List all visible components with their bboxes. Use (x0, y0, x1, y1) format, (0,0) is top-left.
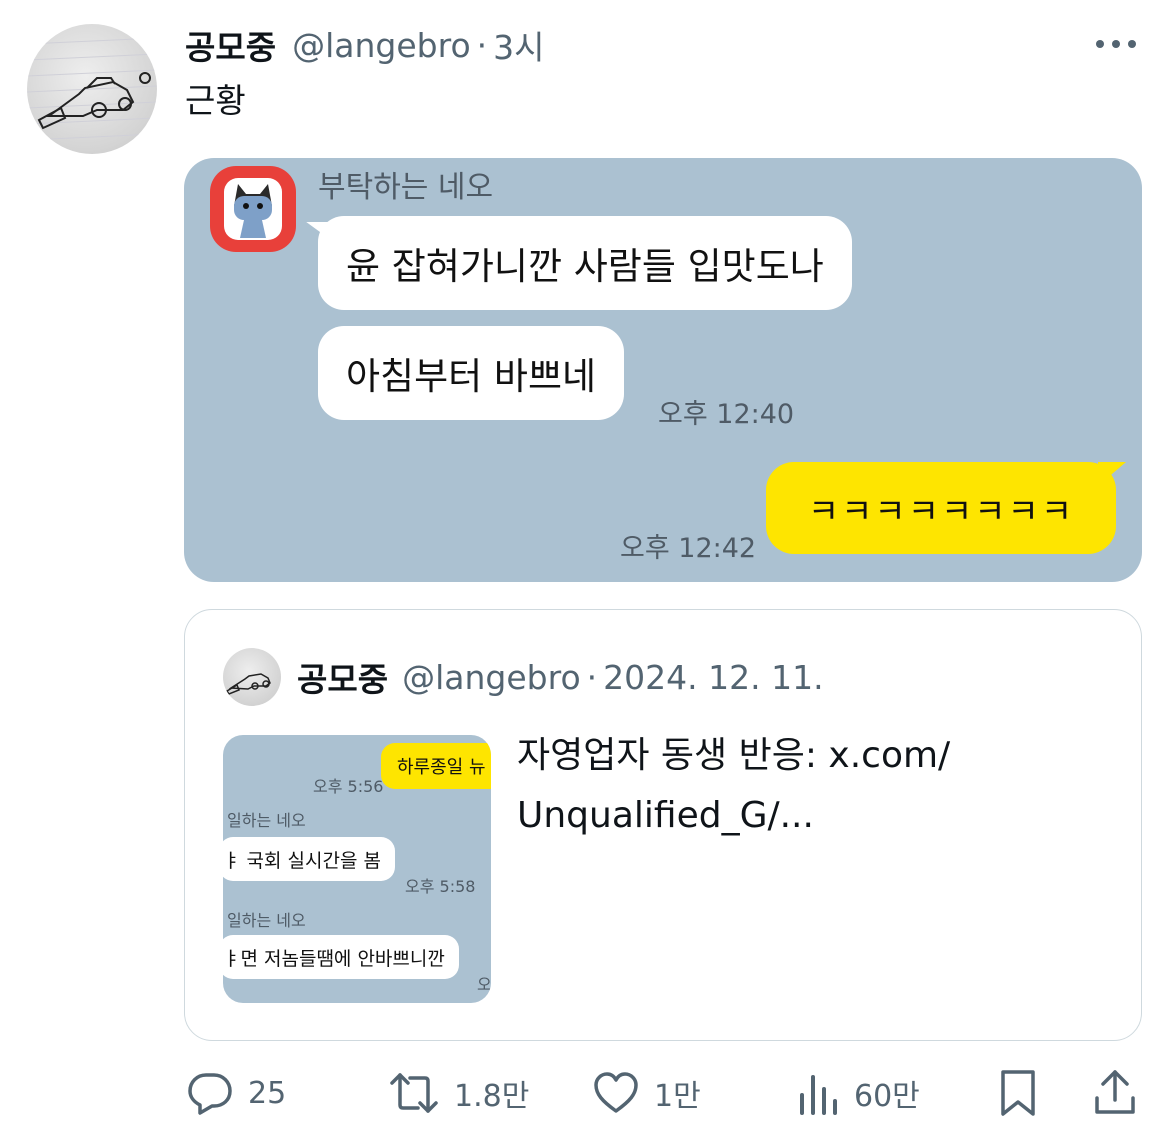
thumb-timestamp: 오후 5:58 (405, 877, 476, 896)
author-avatar[interactable] (27, 24, 157, 154)
chat-timestamp: 오후 12:42 (620, 533, 757, 564)
tweet-timestamp[interactable]: 3시 (493, 21, 544, 69)
views-button[interactable]: 60만 (796, 1060, 920, 1126)
avatar-sketch-image (27, 37, 157, 141)
like-count: 1만 (654, 1079, 701, 1114)
like-icon (594, 1072, 638, 1113)
chat-bubble-incoming: 아침부터 바쁘네 (318, 326, 625, 420)
bookmark-button[interactable] (996, 1060, 1040, 1126)
avatar-sketch-image (225, 673, 271, 695)
quote-header: 공모중 @langebro · 2024. 12. 11. (297, 654, 824, 700)
chat-avatar (210, 166, 296, 252)
header-separator: · (476, 25, 488, 65)
chat-timestamp: 오후 12:40 (658, 399, 795, 430)
tweet-media-image[interactable]: 부탁하는 네오 윤 잡혀가니깐 사람들 입맛도나 아침부터 바쁘네 오후 12:… (184, 158, 1142, 582)
thumb-bubble-incoming: ㅑ 국회 실시간을 봄 (223, 837, 395, 881)
quote-author-avatar (223, 648, 281, 706)
author-handle[interactable]: @langebro (292, 26, 471, 65)
more-dot-icon (1096, 40, 1104, 48)
bookmark-icon (1001, 1070, 1035, 1116)
thumb-timestamp: 오후 5:56 (313, 777, 384, 796)
quoted-tweet-card[interactable]: 공모중 @langebro · 2024. 12. 11. 하루종일 뉴 오후 … (184, 609, 1142, 1041)
chat-sender-name: 부탁하는 네오 (318, 170, 494, 205)
retweet-count: 1.8만 (454, 1079, 530, 1114)
tweet-text: 근황 (185, 81, 246, 120)
quote-text-line: Unqualified_G/... (517, 795, 814, 836)
tweet-action-bar: 25 1.8만 1만 60만 (0, 1060, 1170, 1130)
neo-character-icon (224, 178, 282, 240)
thumb-bubble-incoming: ㅑ면 저놈들땜에 안바쁘니깐 (223, 935, 459, 979)
more-options-button[interactable] (1092, 30, 1140, 58)
chat-bubble-outgoing: ㅋㅋㅋㅋㅋㅋㅋㅋ (766, 462, 1116, 554)
thumb-timestamp: 오 (477, 975, 491, 994)
more-dot-icon (1112, 40, 1120, 48)
quote-media-thumbnail: 하루종일 뉴 오후 5:56 일하는 네오 ㅑ 국회 실시간을 봄 오후 5:5… (223, 735, 491, 1003)
reply-button[interactable]: 25 (186, 1060, 286, 1126)
author-name[interactable]: 공모중 (185, 21, 276, 69)
chat-bubble-incoming: 윤 잡혀가니깐 사람들 입맛도나 (318, 216, 852, 310)
header-separator: · (586, 657, 598, 697)
share-button[interactable] (1092, 1060, 1138, 1126)
like-button[interactable]: 1만 (592, 1060, 701, 1126)
reply-count: 25 (248, 1075, 287, 1111)
quote-text: 자영업자 동생 반응: x.com/ Unqualified_G/... (517, 726, 950, 846)
share-icon (1095, 1070, 1135, 1114)
retweet-button[interactable]: 1.8만 (388, 1060, 529, 1126)
retweet-icon (390, 1073, 438, 1113)
quote-author-handle: @langebro (402, 657, 581, 697)
more-dot-icon (1128, 40, 1136, 48)
thumb-sender: 일하는 네오 (227, 911, 306, 930)
quote-author-name: 공모중 (297, 660, 389, 699)
quote-date: 2024. 12. 11. (603, 657, 824, 697)
views-icon (800, 1075, 837, 1115)
thumb-bubble-outgoing: 하루종일 뉴 (381, 743, 491, 789)
view-count: 60만 (854, 1079, 920, 1114)
thumb-sender: 일하는 네오 (227, 811, 306, 830)
tweet-header: 공모중 @langebro · 3시 (185, 22, 545, 68)
quote-text-line: 자영업자 동생 반응: x.com/ (517, 735, 951, 776)
reply-icon (188, 1073, 232, 1115)
